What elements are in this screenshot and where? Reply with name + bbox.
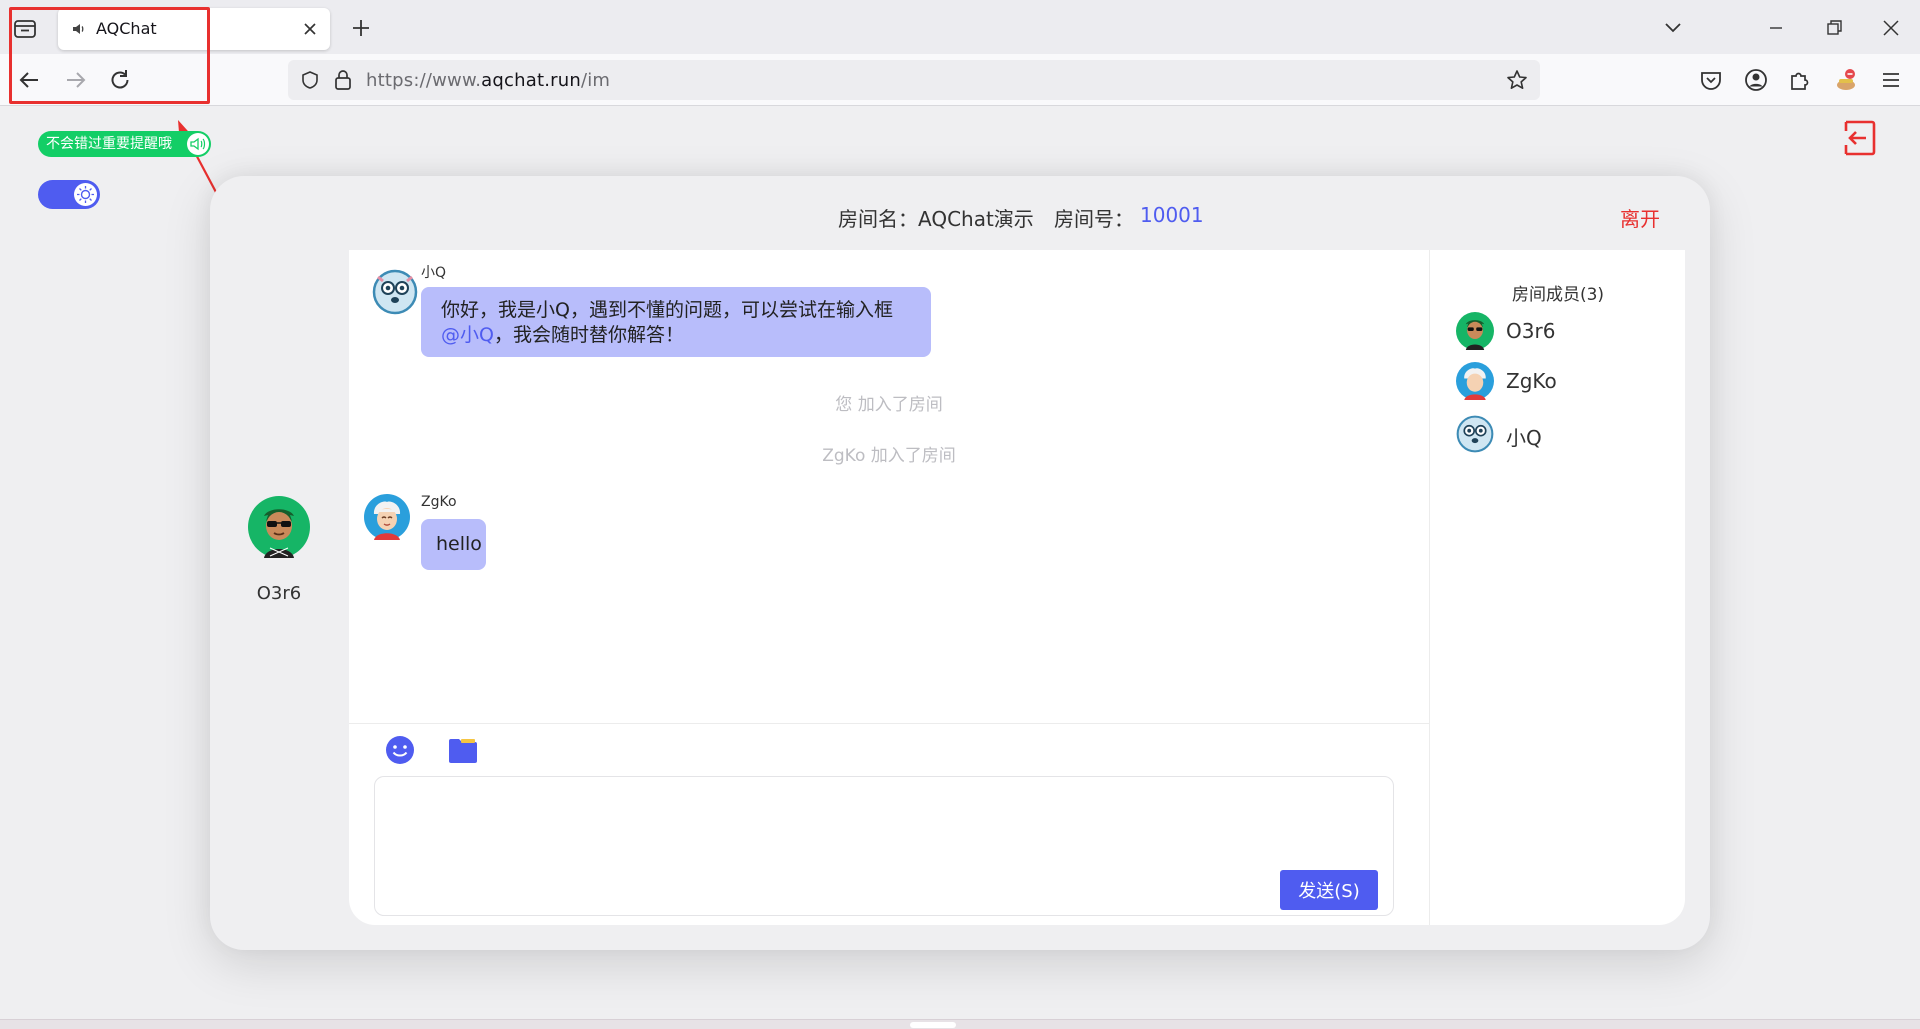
notification-toggle-knob (187, 133, 209, 155)
room-header: 房间名：AQChat演示 房间号： 10001 离开 (210, 176, 1710, 250)
members-title: 房间成员(3) (1511, 285, 1605, 305)
scrollbar-thumb[interactable] (910, 1022, 956, 1028)
sun-icon (77, 186, 94, 203)
message-sender: ZgKo (421, 494, 457, 510)
plus-icon[interactable] (350, 17, 372, 39)
message-input[interactable] (374, 776, 1394, 916)
message-list: 小Q 你好，我是小Q，遇到不懂的问题，可以尝试在输入框 @小Q，我会随时替你解答！… (349, 250, 1429, 723)
message-bubble: 你好，我是小Q，遇到不懂的问题，可以尝试在输入框 @小Q，我会随时替你解答！ (421, 287, 931, 357)
url-text[interactable]: https://www.aqchat.run/im (366, 70, 610, 91)
notification-toggle-label: 不会错过重要提醒哦 (46, 136, 172, 152)
system-message: ZgKo 加入了房间 (822, 446, 956, 466)
room-number-label: 房间号： (1054, 207, 1134, 231)
pocket-icon[interactable] (1698, 67, 1724, 93)
logout-icon[interactable] (1838, 118, 1878, 158)
browser-tab-bar: AQChat (0, 0, 1920, 54)
member-avatar (1456, 312, 1494, 350)
chat-room-card: 房间名：AQChat演示 房间号： 10001 离开 O3r6 小Q 你好，我是… (210, 176, 1710, 950)
annotation-highlight-box (9, 7, 210, 104)
horizontal-scrollbar[interactable] (0, 1019, 1920, 1029)
lock-icon[interactable] (334, 69, 352, 91)
room-name: 房间名：AQChat演示 (838, 207, 1034, 231)
send-button[interactable]: 发送(S) (1280, 870, 1378, 910)
star-icon[interactable] (1506, 69, 1528, 91)
shield-icon[interactable] (300, 70, 320, 90)
zgko-avatar[interactable] (364, 494, 410, 540)
room-number: 10001 (1140, 203, 1204, 227)
message-text: ，我会随时替你解答！ (493, 324, 684, 346)
chevron-down-icon[interactable] (1662, 18, 1684, 38)
member-item[interactable]: O3r6 (1456, 312, 1676, 350)
emoji-icon[interactable] (384, 734, 416, 766)
close-icon[interactable] (302, 21, 318, 37)
member-name: ZgKo (1506, 369, 1557, 393)
puzzle-icon[interactable] (1787, 67, 1813, 93)
member-name: O3r6 (1506, 319, 1556, 343)
member-item[interactable]: 小Q (1456, 415, 1676, 453)
url-bar[interactable]: https://www.aqchat.run/im (288, 60, 1540, 100)
member-item[interactable]: ZgKo (1456, 362, 1676, 400)
member-avatar (1456, 415, 1494, 453)
chat-panel: 小Q 你好，我是小Q，遇到不懂的问题，可以尝试在输入框 @小Q，我会随时替你解答！… (349, 250, 1685, 925)
folder-icon[interactable] (447, 735, 479, 765)
message-text: 你好，我是小Q，遇到不懂的问题，可以尝试在输入框 (441, 299, 893, 321)
minimize-icon[interactable] (1766, 18, 1786, 38)
account-icon[interactable] (1743, 67, 1769, 93)
member-name: 小Q (1506, 426, 1542, 450)
mention-link[interactable]: @小Q (441, 324, 494, 346)
self-avatar[interactable] (248, 496, 310, 558)
message-sender: 小Q (421, 265, 447, 281)
browser-nav-bar: https://www.aqchat.run/im (0, 54, 1920, 106)
self-username: O3r6 (256, 583, 302, 604)
message-composer: 发送(S) (349, 723, 1429, 925)
bot-avatar[interactable] (372, 269, 418, 315)
theme-toggle[interactable] (38, 180, 100, 209)
window-close-icon[interactable] (1880, 17, 1902, 39)
message-bubble: hello (421, 519, 486, 570)
restore-icon[interactable] (1824, 18, 1844, 38)
hamburger-icon[interactable] (1878, 67, 1904, 93)
leave-room-button[interactable]: 离开 (1620, 203, 1660, 232)
theme-toggle-knob (74, 183, 97, 206)
system-message: 您 加入了房间 (835, 395, 943, 415)
member-list: 房间成员(3) O3r6 ZgKo 小Q (1429, 250, 1685, 925)
speaker-icon (190, 137, 206, 151)
profile-icon[interactable] (1833, 67, 1859, 93)
message-text: hello (436, 533, 482, 555)
notification-toggle[interactable]: 不会错过重要提醒哦 (38, 131, 211, 157)
member-avatar (1456, 362, 1494, 400)
